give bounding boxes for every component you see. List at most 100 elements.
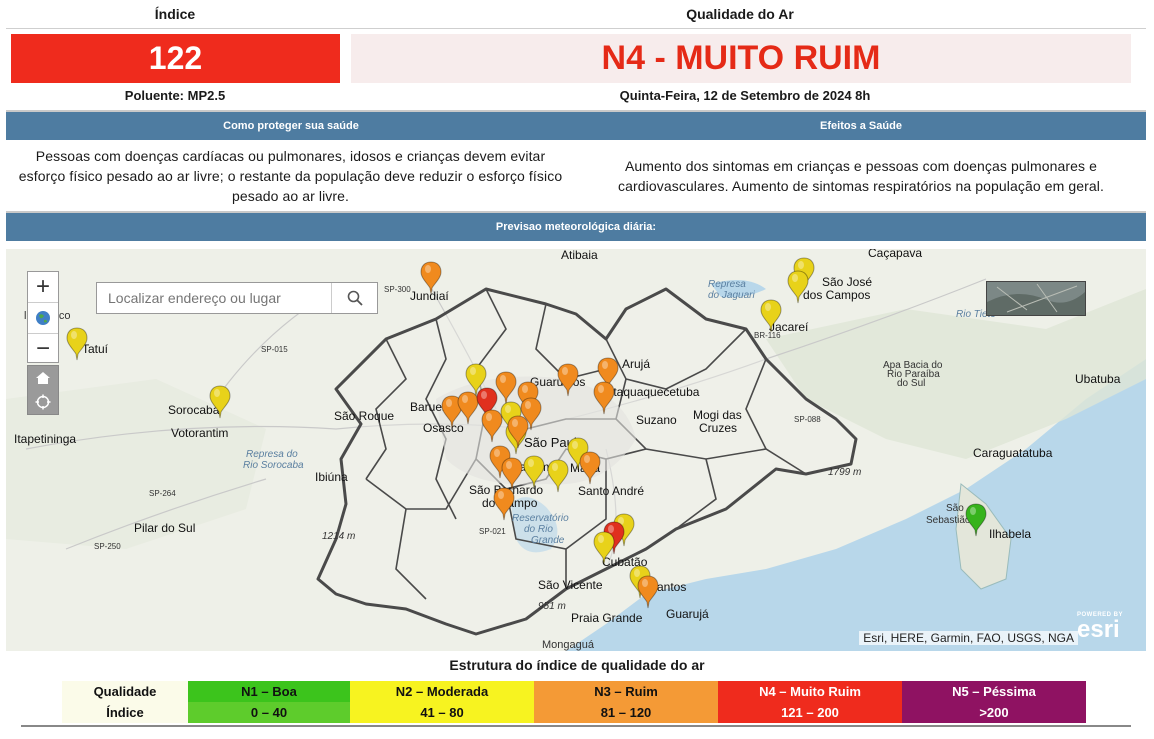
map-label-sp-088: SP-088 [794, 415, 821, 424]
air-quality-marker-yellow[interactable] [593, 531, 615, 565]
legend-range-n1: 0 – 40 [188, 702, 350, 723]
legend-range-n3: 81 – 120 [534, 702, 718, 723]
datetime-label: Quinta-Feira, 12 de Setembro de 2024 8h [619, 88, 871, 103]
map-search-input[interactable] [97, 283, 344, 313]
map-label-cacapava: Caçapava [868, 249, 923, 260]
legend-quality-row: Qualidade N1 – Boa N2 – Moderada N3 – Ru… [62, 681, 1086, 702]
map-label-pilar-do-sul: Pilar do Sul [134, 521, 196, 535]
map-label-ilhabela: Ilhabela [989, 527, 1032, 541]
map-label-itaquaquecetuba: Itaquaquecetuba [610, 385, 700, 399]
home-button[interactable] [28, 366, 58, 390]
map-label-alt-951: 951 m [538, 601, 566, 612]
map-attribution: Esri, HERE, Garmin, FAO, USGS, NGA [859, 631, 1078, 645]
air-quality-marker-yellow[interactable] [209, 385, 231, 419]
legend-level-n2: N2 – Moderada [350, 681, 534, 702]
quality-heading: Qualidade do Ar [686, 6, 794, 22]
map-label-suzano: Suzano [636, 413, 677, 427]
forecast-bar: Previsao meteorológica diária: [6, 211, 1146, 241]
map-label-sp-300: SP-300 [384, 285, 411, 294]
map-label-ubatuba: Ubatuba [1075, 372, 1121, 386]
air-quality-marker-orange[interactable] [557, 363, 579, 397]
effects-title: Efeitos a Saúde [820, 120, 902, 132]
map-label-santo-andre: Santo André [578, 484, 645, 498]
map-label-cruzes: Cruzes [699, 421, 738, 435]
map-label-alt-1799: 1799 m [828, 467, 862, 478]
map-label-mongagua: Mongaguá [542, 639, 594, 651]
map-search-box[interactable] [96, 282, 378, 314]
map-label-sp-021: SP-021 [479, 527, 506, 536]
map-label-itapetininga: Itapetininga [14, 432, 77, 446]
air-quality-marker-yellow[interactable] [760, 299, 782, 333]
air-quality-marker-yellow[interactable] [547, 459, 569, 493]
forecast-title: Previsao meteorológica diária: [495, 221, 657, 233]
map-search-button[interactable] [331, 283, 377, 313]
map-label-rio-sorocaba: Rio Sorocaba [243, 460, 304, 471]
legend-level-n5: N5 – Péssima [902, 681, 1086, 702]
map-label-sp-015: SP-015 [261, 345, 288, 354]
map-label-sao-roque: São Roque [334, 409, 395, 423]
map-label-sao-jose: São José [822, 275, 873, 289]
air-quality-marker-yellow[interactable] [787, 270, 809, 304]
map-label-apa-3: do Sul [897, 378, 926, 389]
map-label-grande: Grande [531, 535, 565, 546]
map-label-atibaia: Atibaia [561, 249, 598, 262]
health-header-bar: Como proteger sua saúde Efeitos a Saúde [6, 110, 1146, 140]
zoom-out-button[interactable]: − [28, 334, 58, 364]
map-label-sao-vicente: São Vicente [538, 578, 603, 592]
map-label-sp-250: SP-250 [94, 542, 121, 551]
home-icon [36, 372, 50, 384]
legend-title: Estrutura do índice de qualidade do ar [449, 657, 705, 673]
air-quality-marker-orange[interactable] [501, 457, 523, 491]
map-label-sp-264: SP-264 [149, 489, 176, 498]
map-nav-control [27, 365, 59, 415]
search-icon [347, 290, 363, 306]
air-quality-marker-orange[interactable] [493, 487, 515, 521]
map-label-represa-jaguari: Represa [708, 279, 746, 290]
map-label-mogi: Mogi das [693, 408, 742, 422]
air-quality-marker-yellow[interactable] [523, 455, 545, 489]
legend-range-n4: 121 – 200 [718, 702, 902, 723]
legend-range-n5: >200 [902, 702, 1086, 723]
index-value-box: 122 [11, 34, 340, 83]
map-label-ibiuna: Ibiúna [315, 470, 348, 484]
air-quality-marker-orange[interactable] [593, 381, 615, 415]
air-quality-marker-orange[interactable] [507, 415, 529, 449]
legend-quality-label: Qualidade [62, 681, 188, 702]
legend-range-n2: 41 – 80 [350, 702, 534, 723]
map-label-guaruja: Guarujá [666, 607, 709, 621]
header-divider [6, 28, 1146, 29]
map-label-sao: São [946, 503, 964, 514]
pollutant-label: Poluente: MP2.5 [124, 88, 226, 103]
protect-title: Como proteger sua saúde [223, 120, 359, 132]
map-label-sebastiao: Sebastião [926, 515, 971, 526]
legend-index-label: Índice [62, 702, 188, 723]
map-label-alt-1214: 1214 m [322, 531, 356, 542]
map-label-reservatorio: Reservatório [512, 513, 569, 524]
map-label-praia-grande: Praia Grande [571, 611, 643, 625]
air-quality-marker-orange[interactable] [420, 261, 442, 295]
quality-level-box: N4 - MUITO RUIM [351, 34, 1131, 83]
esri-logo: POWERED BY esri [1077, 612, 1139, 646]
basemap-thumbnail[interactable] [986, 281, 1086, 316]
globe-button[interactable] [28, 303, 58, 334]
map-label-represa-sorocaba: Represa do [246, 449, 298, 460]
index-heading: Índice [154, 6, 196, 22]
air-quality-marker-orange[interactable] [637, 575, 659, 609]
globe-icon [36, 311, 50, 325]
satellite-thumbnail-icon [987, 282, 1085, 315]
map-zoom-control: + − [27, 271, 59, 363]
air-quality-marker-orange[interactable] [579, 451, 601, 485]
map-label-caraguatatuba: Caraguatatuba [973, 446, 1053, 460]
zoom-in-button[interactable]: + [28, 272, 58, 303]
legend-table: Qualidade N1 – Boa N2 – Moderada N3 – Ru… [62, 681, 1086, 723]
air-quality-marker-yellow[interactable] [66, 327, 88, 361]
locate-icon [35, 394, 51, 410]
map-label-votorantim: Votorantim [171, 426, 229, 440]
map-label-do-rio: do Rio [524, 524, 553, 535]
legend-level-n1: N1 – Boa [188, 681, 350, 702]
locate-button[interactable] [28, 390, 58, 414]
protect-text: Pessoas com doenças cardíacas ou pulmona… [18, 148, 563, 204]
air-quality-marker-green[interactable] [965, 503, 987, 537]
air-quality-marker-orange[interactable] [495, 371, 517, 405]
legend-level-n3: N3 – Ruim [534, 681, 718, 702]
